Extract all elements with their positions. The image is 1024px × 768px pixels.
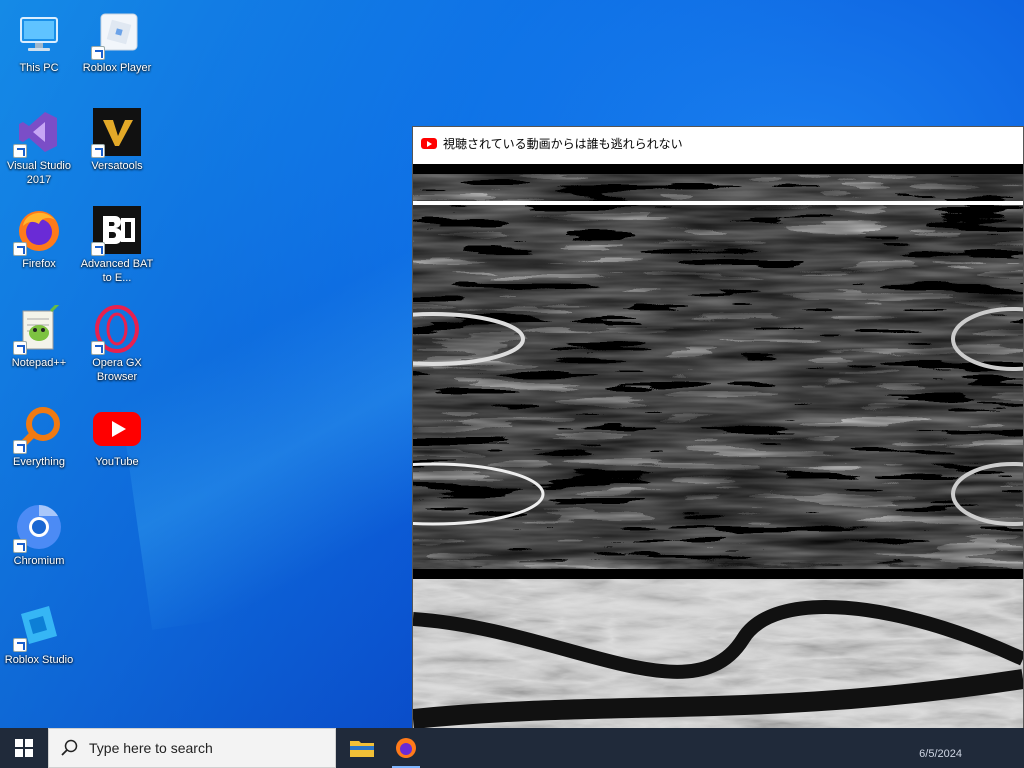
taskbar-search-box[interactable]: Type here to search bbox=[48, 728, 336, 768]
roblox-studio-icon bbox=[13, 602, 63, 652]
desktop-icon-everything[interactable]: Everything bbox=[0, 398, 78, 488]
desktop-icon-chromium[interactable]: Chromium bbox=[0, 497, 78, 587]
shortcut-arrow-icon bbox=[91, 242, 105, 256]
taskbar-firefox[interactable] bbox=[384, 728, 428, 768]
desktop-icon-label: Advanced BAT to E... bbox=[80, 258, 154, 284]
video-frame[interactable] bbox=[413, 159, 1023, 767]
shortcut-arrow-icon bbox=[13, 144, 27, 158]
file-explorer-icon bbox=[350, 741, 374, 757]
opera-gx-icon bbox=[91, 305, 141, 355]
desktop-icon-label: Chromium bbox=[13, 555, 65, 567]
shortcut-arrow-icon bbox=[91, 341, 105, 355]
shortcut-arrow-icon bbox=[91, 144, 105, 158]
monitor-icon bbox=[15, 10, 63, 58]
desktop-icon-label: Everything bbox=[13, 456, 65, 468]
youtube-icon bbox=[93, 404, 141, 452]
roblox-player-icon bbox=[91, 10, 141, 60]
search-placeholder: Type here to search bbox=[89, 740, 213, 756]
desktop-icon-advanced-bat[interactable]: Advanced BAT to E... bbox=[78, 200, 156, 290]
desktop-icon-label: This PC bbox=[19, 62, 59, 74]
video-window-titlebar[interactable]: 視聴されている動画からは誰も逃れられない bbox=[413, 127, 1023, 159]
shortcut-arrow-icon bbox=[13, 440, 27, 454]
desktop-icon-roblox-player[interactable]: Roblox Player bbox=[78, 4, 156, 94]
desktop-icon-notepadpp[interactable]: Notepad++ bbox=[0, 299, 78, 389]
start-button[interactable] bbox=[0, 728, 48, 768]
search-icon bbox=[61, 739, 78, 756]
desktop-icon-visual-studio[interactable]: Visual Studio 2017 bbox=[0, 102, 78, 192]
advanced-bat-icon bbox=[91, 206, 141, 256]
desktop-icon-label: Versatools bbox=[91, 160, 143, 172]
desktop-icon-youtube[interactable]: YouTube bbox=[78, 398, 156, 488]
taskbar: Type here to search bbox=[0, 728, 1024, 768]
distorted-video-image bbox=[413, 159, 1023, 767]
chromium-icon bbox=[13, 503, 63, 553]
shortcut-arrow-icon bbox=[13, 638, 27, 652]
desktop-icon-versatools[interactable]: Versatools bbox=[78, 102, 156, 192]
notepadpp-icon bbox=[13, 301, 63, 355]
taskbar-file-explorer[interactable] bbox=[340, 728, 384, 768]
desktop-icon-label: Firefox bbox=[22, 258, 56, 270]
visual-studio-icon bbox=[13, 108, 63, 158]
desktop-icon-label: YouTube bbox=[95, 456, 139, 468]
desktop-icon-label: Roblox Studio bbox=[4, 654, 74, 666]
versatools-icon bbox=[91, 108, 141, 158]
desktop-icon-label: Notepad++ bbox=[11, 357, 67, 369]
shortcut-arrow-icon bbox=[91, 46, 105, 60]
shortcut-arrow-icon bbox=[13, 539, 27, 553]
firefox-icon bbox=[13, 206, 63, 256]
video-window-title: 視聴されている動画からは誰も逃れられない bbox=[443, 136, 683, 151]
desktop-icon-opera-gx[interactable]: Opera GX Browser bbox=[78, 299, 156, 389]
shortcut-arrow-icon bbox=[13, 341, 27, 355]
desktop-icon-roblox-studio[interactable]: Roblox Studio bbox=[0, 596, 78, 686]
desktop-icon-label: Opera GX Browser bbox=[92, 357, 142, 383]
firefox-icon bbox=[396, 738, 416, 758]
taskbar-date: 6/5/2024 bbox=[919, 748, 962, 760]
windows-logo-icon bbox=[15, 739, 33, 757]
shortcut-arrow-icon bbox=[13, 242, 27, 256]
youtube-icon bbox=[421, 137, 437, 149]
video-window[interactable]: 視聴されている動画からは誰も逃れられない bbox=[412, 126, 1024, 768]
desktop-icon-firefox[interactable]: Firefox bbox=[0, 200, 78, 290]
desktop-icon-label: Visual Studio 2017 bbox=[6, 160, 71, 186]
everything-search-icon bbox=[13, 404, 63, 454]
desktop-icon-this-pc[interactable]: This PC bbox=[0, 4, 78, 94]
desktop-icon-label: Roblox Player bbox=[82, 62, 152, 74]
